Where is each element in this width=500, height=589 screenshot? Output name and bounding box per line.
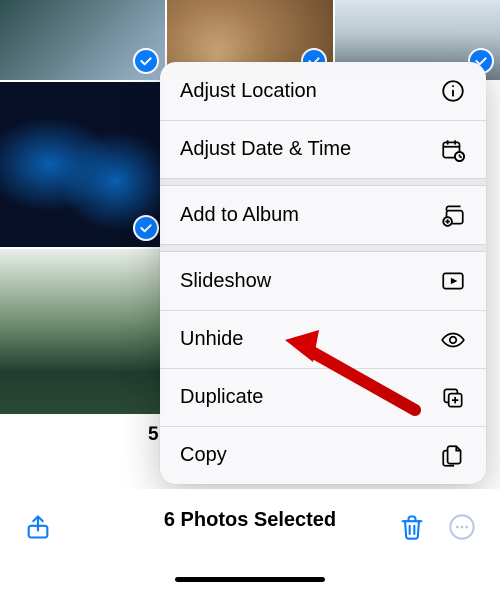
photo-count-label: 5 bbox=[148, 424, 159, 446]
menu-item-slideshow[interactable]: Slideshow bbox=[160, 252, 486, 310]
menu-item-label: Add to Album bbox=[180, 204, 299, 227]
calendar-clock-icon bbox=[440, 137, 466, 163]
selected-check-icon bbox=[133, 215, 159, 241]
eye-icon bbox=[440, 327, 466, 353]
menu-item-copy[interactable]: Copy bbox=[160, 426, 486, 484]
album-add-icon bbox=[440, 202, 466, 228]
share-icon bbox=[24, 513, 52, 541]
menu-item-label: Duplicate bbox=[180, 386, 263, 409]
menu-item-adjust-date-time[interactable]: Adjust Date & Time bbox=[160, 120, 486, 178]
ellipsis-circle-icon bbox=[448, 513, 476, 541]
menu-item-label: Adjust Date & Time bbox=[180, 138, 351, 161]
menu-item-label: Adjust Location bbox=[180, 80, 317, 103]
share-button[interactable] bbox=[22, 511, 54, 543]
home-indicator[interactable] bbox=[175, 577, 325, 582]
photo-thumbnail[interactable] bbox=[0, 0, 165, 80]
photo-thumbnail[interactable] bbox=[0, 82, 165, 247]
menu-item-add-to-album[interactable]: Add to Album bbox=[160, 186, 486, 244]
copy-doc-icon bbox=[440, 443, 466, 469]
menu-item-adjust-location[interactable]: Adjust Location bbox=[160, 62, 486, 120]
menu-item-label: Copy bbox=[180, 444, 227, 467]
action-menu: Adjust Location Adjust Date & Time Add t… bbox=[160, 62, 486, 484]
delete-button[interactable] bbox=[396, 511, 428, 543]
menu-separator bbox=[160, 244, 486, 252]
photo-thumbnail[interactable] bbox=[0, 249, 165, 414]
menu-item-unhide[interactable]: Unhide bbox=[160, 310, 486, 368]
duplicate-icon bbox=[440, 385, 466, 411]
info-circle-icon bbox=[440, 78, 466, 104]
more-button[interactable] bbox=[446, 511, 478, 543]
play-rect-icon bbox=[440, 268, 466, 294]
menu-item-duplicate[interactable]: Duplicate bbox=[160, 368, 486, 426]
trash-icon bbox=[398, 513, 426, 541]
bottom-toolbar: 6 Photos Selected bbox=[0, 489, 500, 589]
menu-item-label: Slideshow bbox=[180, 270, 271, 293]
menu-item-label: Unhide bbox=[180, 328, 243, 351]
selected-check-icon bbox=[133, 48, 159, 74]
menu-separator bbox=[160, 178, 486, 186]
